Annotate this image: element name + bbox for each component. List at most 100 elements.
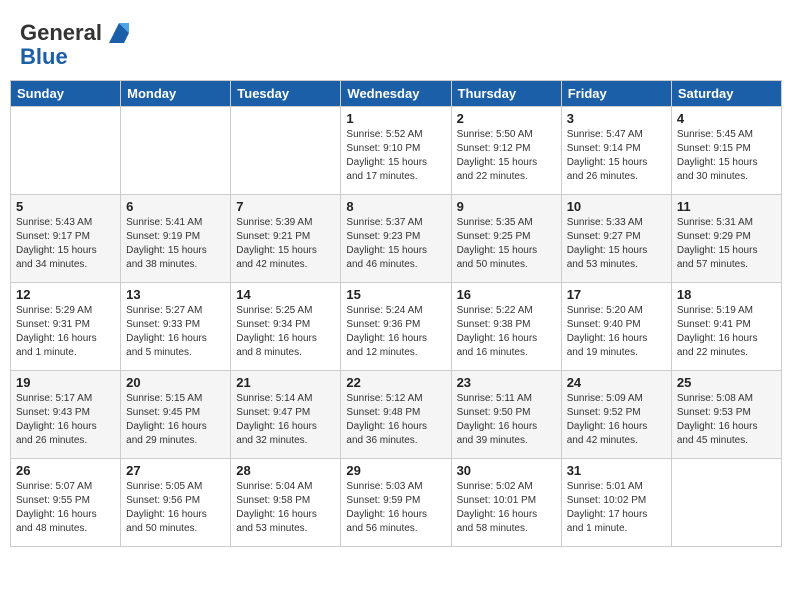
day-number: 11 — [677, 199, 776, 214]
calendar-cell: 1 Sunrise: 5:52 AM Sunset: 9:10 PM Daylig… — [341, 107, 451, 195]
calendar-cell: 10 Sunrise: 5:33 AM Sunset: 9:27 PM Dayli… — [561, 195, 671, 283]
calendar-cell: 21 Sunrise: 5:14 AM Sunset: 9:47 PM Dayli… — [231, 371, 341, 459]
day-info: Sunrise: 5:15 AM Sunset: 9:45 PM Dayligh… — [126, 392, 225, 448]
day-number: 25 — [677, 375, 776, 390]
day-number: 8 — [346, 199, 445, 214]
calendar-cell: 16 Sunrise: 5:22 AM Sunset: 9:38 PM Dayli… — [451, 283, 561, 371]
calendar-cell: 15 Sunrise: 5:24 AM Sunset: 9:36 PM Dayli… — [341, 283, 451, 371]
day-number: 6 — [126, 199, 225, 214]
day-number: 31 — [567, 463, 666, 478]
calendar-cell: 19 Sunrise: 5:17 AM Sunset: 9:43 PM Dayli… — [11, 371, 121, 459]
day-number: 3 — [567, 111, 666, 126]
calendar-cell: 27 Sunrise: 5:05 AM Sunset: 9:56 PM Dayli… — [121, 459, 231, 547]
calendar-cell: 24 Sunrise: 5:09 AM Sunset: 9:52 PM Dayli… — [561, 371, 671, 459]
calendar-cell — [671, 459, 781, 547]
day-number: 12 — [16, 287, 115, 302]
day-info: Sunrise: 5:25 AM Sunset: 9:34 PM Dayligh… — [236, 304, 335, 360]
week-row-2: 5 Sunrise: 5:43 AM Sunset: 9:17 PM Daylig… — [11, 195, 782, 283]
calendar-cell: 12 Sunrise: 5:29 AM Sunset: 9:31 PM Dayli… — [11, 283, 121, 371]
day-info: Sunrise: 5:01 AM Sunset: 10:02 PM Daylig… — [567, 480, 666, 536]
calendar-cell: 31 Sunrise: 5:01 AM Sunset: 10:02 PM Dayl… — [561, 459, 671, 547]
day-info: Sunrise: 5:37 AM Sunset: 9:23 PM Dayligh… — [346, 216, 445, 272]
day-number: 17 — [567, 287, 666, 302]
day-number: 18 — [677, 287, 776, 302]
calendar-cell: 17 Sunrise: 5:20 AM Sunset: 9:40 PM Dayli… — [561, 283, 671, 371]
day-info: Sunrise: 5:45 AM Sunset: 9:15 PM Dayligh… — [677, 128, 776, 184]
day-info: Sunrise: 5:22 AM Sunset: 9:38 PM Dayligh… — [457, 304, 556, 360]
day-number: 29 — [346, 463, 445, 478]
day-info: Sunrise: 5:43 AM Sunset: 9:17 PM Dayligh… — [16, 216, 115, 272]
calendar-cell: 18 Sunrise: 5:19 AM Sunset: 9:41 PM Dayli… — [671, 283, 781, 371]
calendar-cell — [231, 107, 341, 195]
calendar-cell: 9 Sunrise: 5:35 AM Sunset: 9:25 PM Daylig… — [451, 195, 561, 283]
calendar-cell: 13Sunrise: 5:27 AM Sunset: 9:33 PM Dayli… — [121, 283, 231, 371]
day-number: 23 — [457, 375, 556, 390]
day-number: 10 — [567, 199, 666, 214]
calendar-cell: 3 Sunrise: 5:47 AM Sunset: 9:14 PM Daylig… — [561, 107, 671, 195]
day-number: 22 — [346, 375, 445, 390]
day-number: 1 — [346, 111, 445, 126]
calendar-cell: 2 Sunrise: 5:50 AM Sunset: 9:12 PM Daylig… — [451, 107, 561, 195]
day-info: Sunrise: 5:09 AM Sunset: 9:52 PM Dayligh… — [567, 392, 666, 448]
day-number: 7 — [236, 199, 335, 214]
day-header-sunday: Sunday — [11, 81, 121, 107]
day-info: Sunrise: 5:04 AM Sunset: 9:58 PM Dayligh… — [236, 480, 335, 536]
day-info: Sunrise: 5:07 AM Sunset: 9:55 PM Dayligh… — [16, 480, 115, 536]
day-header-thursday: Thursday — [451, 81, 561, 107]
day-info: Sunrise: 5:52 AM Sunset: 9:10 PM Dayligh… — [346, 128, 445, 184]
logo-general: General — [20, 20, 102, 46]
week-row-5: 26 Sunrise: 5:07 AM Sunset: 9:55 PM Dayli… — [11, 459, 782, 547]
calendar-cell: 11 Sunrise: 5:31 AM Sunset: 9:29 PM Dayli… — [671, 195, 781, 283]
day-number: 2 — [457, 111, 556, 126]
day-info: Sunrise: 5:17 AM Sunset: 9:43 PM Dayligh… — [16, 392, 115, 448]
calendar-cell — [121, 107, 231, 195]
day-number: 19 — [16, 375, 115, 390]
calendar-table: SundayMondayTuesdayWednesdayThursdayFrid… — [10, 80, 782, 547]
day-number: 9 — [457, 199, 556, 214]
day-header-monday: Monday — [121, 81, 231, 107]
page-header: General Blue — [10, 10, 782, 74]
day-info: Sunrise: 5:02 AM Sunset: 10:01 PM Daylig… — [457, 480, 556, 536]
day-info: Sunrise: 5:33 AM Sunset: 9:27 PM Dayligh… — [567, 216, 666, 272]
day-info: Sunrise: 5:14 AM Sunset: 9:47 PM Dayligh… — [236, 392, 335, 448]
week-row-1: 1 Sunrise: 5:52 AM Sunset: 9:10 PM Daylig… — [11, 107, 782, 195]
day-number: 16 — [457, 287, 556, 302]
day-info: Sunrise: 5:31 AM Sunset: 9:29 PM Dayligh… — [677, 216, 776, 272]
header-row: SundayMondayTuesdayWednesdayThursdayFrid… — [11, 81, 782, 107]
day-number: 15 — [346, 287, 445, 302]
calendar-cell — [11, 107, 121, 195]
calendar-cell: 23 Sunrise: 5:11 AM Sunset: 9:50 PM Dayli… — [451, 371, 561, 459]
day-number: 20 — [126, 375, 225, 390]
day-number: 5 — [16, 199, 115, 214]
day-number: 24 — [567, 375, 666, 390]
day-number: 14 — [236, 287, 335, 302]
week-row-4: 19 Sunrise: 5:17 AM Sunset: 9:43 PM Dayli… — [11, 371, 782, 459]
day-number: 28 — [236, 463, 335, 478]
calendar-cell: 30Sunrise: 5:02 AM Sunset: 10:01 PM Dayl… — [451, 459, 561, 547]
calendar-cell: 25Sunrise: 5:08 AM Sunset: 9:53 PM Dayli… — [671, 371, 781, 459]
day-info: Sunrise: 5:27 AM Sunset: 9:33 PM Dayligh… — [126, 304, 225, 360]
day-info: Sunrise: 5:35 AM Sunset: 9:25 PM Dayligh… — [457, 216, 556, 272]
day-header-saturday: Saturday — [671, 81, 781, 107]
day-info: Sunrise: 5:05 AM Sunset: 9:56 PM Dayligh… — [126, 480, 225, 536]
day-info: Sunrise: 5:29 AM Sunset: 9:31 PM Dayligh… — [16, 304, 115, 360]
day-info: Sunrise: 5:50 AM Sunset: 9:12 PM Dayligh… — [457, 128, 556, 184]
day-number: 26 — [16, 463, 115, 478]
calendar-cell: 14 Sunrise: 5:25 AM Sunset: 9:34 PM Dayli… — [231, 283, 341, 371]
day-info: Sunrise: 5:11 AM Sunset: 9:50 PM Dayligh… — [457, 392, 556, 448]
day-info: Sunrise: 5:24 AM Sunset: 9:36 PM Dayligh… — [346, 304, 445, 360]
calendar-cell: 8 Sunrise: 5:37 AM Sunset: 9:23 PM Daylig… — [341, 195, 451, 283]
calendar-cell: 29Sunrise: 5:03 AM Sunset: 9:59 PM Dayli… — [341, 459, 451, 547]
day-number: 21 — [236, 375, 335, 390]
calendar-cell: 7Sunrise: 5:39 AM Sunset: 9:21 PM Daylig… — [231, 195, 341, 283]
day-info: Sunrise: 5:19 AM Sunset: 9:41 PM Dayligh… — [677, 304, 776, 360]
calendar-cell: 28 Sunrise: 5:04 AM Sunset: 9:58 PM Dayli… — [231, 459, 341, 547]
week-row-3: 12 Sunrise: 5:29 AM Sunset: 9:31 PM Dayli… — [11, 283, 782, 371]
day-info: Sunrise: 5:47 AM Sunset: 9:14 PM Dayligh… — [567, 128, 666, 184]
calendar-cell: 20 Sunrise: 5:15 AM Sunset: 9:45 PM Dayli… — [121, 371, 231, 459]
day-header-wednesday: Wednesday — [341, 81, 451, 107]
calendar-cell: 6Sunrise: 5:41 AM Sunset: 9:19 PM Daylig… — [121, 195, 231, 283]
logo-icon — [104, 18, 134, 48]
day-number: 27 — [126, 463, 225, 478]
day-info: Sunrise: 5:20 AM Sunset: 9:40 PM Dayligh… — [567, 304, 666, 360]
